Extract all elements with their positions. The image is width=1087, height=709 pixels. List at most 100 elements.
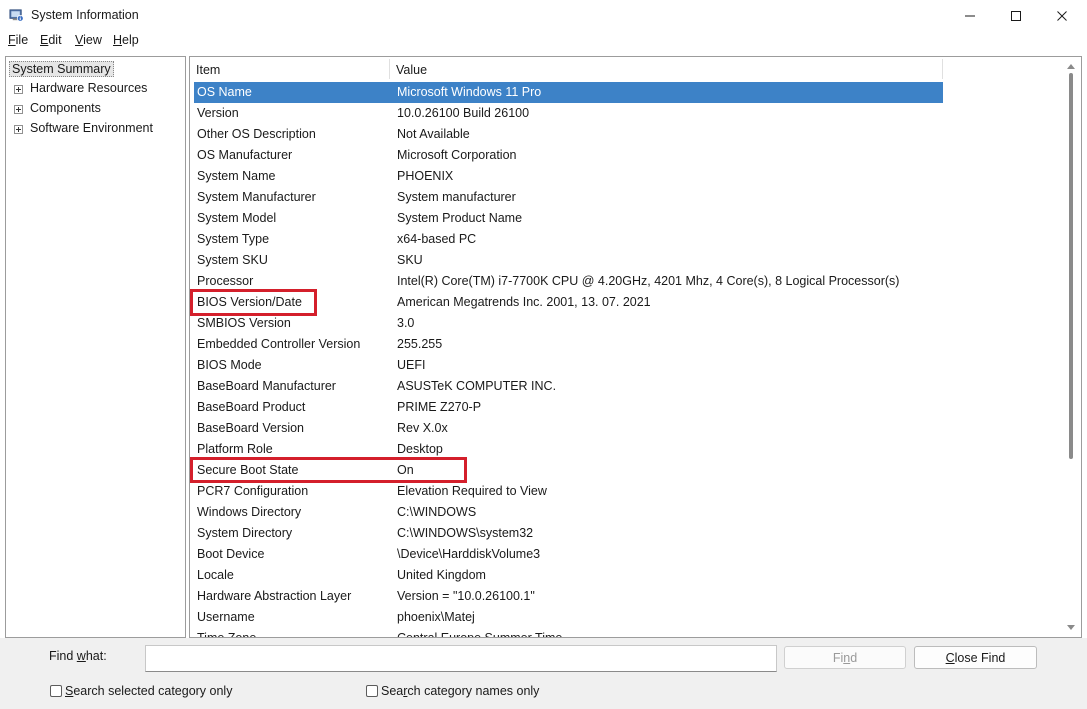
table-row[interactable]: Locale United Kingdom: [194, 565, 943, 586]
find-label-access-key: w: [76, 649, 86, 663]
find-button[interactable]: Find: [784, 646, 906, 669]
row-value-cell: Elevation Required to View: [397, 484, 547, 498]
menu-file[interactable]: File: [8, 33, 28, 47]
close-find-button[interactable]: Close Find: [914, 646, 1037, 669]
checkbox-label-post: ch category names only: [407, 684, 540, 698]
row-value-cell: American Megatrends Inc. 2001, 13. 07. 2…: [397, 295, 651, 309]
row-item-cell: Time Zone: [197, 631, 256, 637]
row-value-cell: Desktop: [397, 442, 443, 456]
row-value-cell: Microsoft Corporation: [397, 148, 517, 162]
row-value-cell: Rev X.0x: [397, 421, 448, 435]
vertical-scrollbar[interactable]: [1061, 57, 1081, 637]
menu-help-label: elp: [122, 33, 139, 47]
find-button-label-pre: Fi: [832, 651, 844, 665]
column-header-item-label: Item: [196, 63, 221, 77]
table-row[interactable]: System Name PHOENIX: [194, 166, 943, 187]
column-header-value[interactable]: Value: [396, 57, 941, 81]
checkbox-box[interactable]: [366, 685, 378, 697]
row-value-cell: 3.0: [397, 316, 415, 330]
row-item-cell: System SKU: [197, 253, 268, 267]
row-value-cell: C:\WINDOWS\system32: [397, 526, 534, 540]
table-row[interactable]: System Manufacturer System manufacturer: [194, 187, 943, 208]
minimize-icon: [965, 15, 975, 17]
maximize-icon: [1011, 11, 1021, 21]
minimize-button[interactable]: [947, 0, 993, 32]
menu-view[interactable]: View: [75, 33, 102, 47]
close-icon: [1057, 11, 1067, 21]
details-list[interactable]: Item Value OS Name Microsoft Windows 11 P…: [189, 56, 1082, 638]
row-item-cell: System Manufacturer: [197, 190, 316, 204]
row-item-cell: BaseBoard Version: [197, 421, 305, 435]
row-value-cell: Not Available: [397, 127, 470, 141]
table-row[interactable]: System SKU SKU: [194, 250, 943, 271]
table-row[interactable]: Windows Directory C:\WINDOWS: [194, 502, 943, 523]
system-information-app-icon: [9, 9, 24, 22]
row-item-cell: BIOS Mode: [197, 358, 262, 372]
menu-help[interactable]: Help: [113, 33, 139, 47]
column-divider[interactable]: [942, 59, 943, 79]
table-row[interactable]: Version 10.0.26100 Build 26100: [194, 103, 943, 124]
close-window-button[interactable]: [1039, 0, 1085, 32]
menu-edit[interactable]: Edit: [40, 33, 62, 47]
table-row[interactable]: Hardware Abstraction Layer Version = "10.…: [194, 586, 943, 607]
row-item-cell: SMBIOS Version: [197, 316, 291, 330]
row-value-cell: Intel(R) Core(TM) i7-7700K CPU @ 4.20GHz…: [397, 274, 900, 288]
expand-plus-icon[interactable]: [14, 125, 23, 134]
table-row[interactable]: Other OS Description Not Available: [194, 124, 943, 145]
menu-edit-label: dit: [48, 33, 62, 47]
find-what-label: Find what:: [49, 649, 107, 663]
table-row[interactable]: SMBIOS Version 3.0: [194, 313, 943, 334]
find-panel: Find what: Find Close Find Search select…: [0, 638, 1087, 709]
menu-view-label: iew: [83, 33, 102, 47]
row-item-cell: Hardware Abstraction Layer: [197, 589, 352, 603]
scroll-down-arrow-icon[interactable]: [1067, 625, 1075, 630]
checkbox-box[interactable]: [50, 685, 62, 697]
table-row[interactable]: BaseBoard Product PRIME Z270-P: [194, 397, 943, 418]
row-item-cell: PCR7 Configuration: [197, 484, 309, 498]
scroll-up-arrow-icon[interactable]: [1067, 64, 1075, 69]
expand-plus-icon[interactable]: [14, 85, 23, 94]
list-header: Item Value: [190, 57, 1060, 81]
search-selected-category-checkbox[interactable]: Search selected category only: [50, 684, 250, 700]
table-row[interactable]: PCR7 Configuration Elevation Required to …: [194, 481, 943, 502]
search-category-names-checkbox[interactable]: Search category names only: [366, 684, 566, 700]
table-row[interactable]: Boot Device \Device\HarddiskVolume3: [194, 544, 943, 565]
checkbox-label-post: earch selected category only: [73, 684, 233, 698]
row-item-cell: Version: [197, 106, 239, 120]
maximize-button[interactable]: [993, 0, 1039, 32]
row-item-cell: BaseBoard Product: [197, 400, 306, 414]
row-value-cell: UEFI: [397, 358, 426, 372]
table-row[interactable]: OS Manufacturer Microsoft Corporation: [194, 145, 943, 166]
row-item-cell: Platform Role: [197, 442, 273, 456]
row-value-cell: 10.0.26100 Build 26100: [397, 106, 530, 120]
row-value-cell: United Kingdom: [397, 568, 486, 582]
table-row[interactable]: OS Name Microsoft Windows 11 Pro: [194, 82, 943, 103]
row-item-cell: System Model: [197, 211, 277, 225]
table-row[interactable]: System Directory C:\WINDOWS\system32: [194, 523, 943, 544]
expand-plus-icon[interactable]: [14, 105, 23, 114]
table-row[interactable]: System Type x64-based PC: [194, 229, 943, 250]
column-divider[interactable]: [389, 59, 390, 79]
row-value-cell: ASUSTeK COMPUTER INC.: [397, 379, 557, 393]
table-row[interactable]: Embedded Controller Version 255.255: [194, 334, 943, 355]
scrollbar-thumb[interactable]: [1069, 73, 1073, 459]
column-header-item[interactable]: Item: [196, 57, 388, 81]
row-value-cell: PRIME Z270-P: [397, 400, 482, 414]
table-row[interactable]: Username phoenix\Matej: [194, 607, 943, 628]
table-row[interactable]: BaseBoard Manufacturer ASUSTeK COMPUTER I…: [194, 376, 943, 397]
row-item-cell: System Name: [197, 169, 276, 183]
close-find-access-key: C: [945, 651, 955, 665]
row-item-cell: Embedded Controller Version: [197, 337, 361, 351]
find-what-input[interactable]: [145, 645, 777, 672]
row-item-cell: Boot Device: [197, 547, 265, 561]
row-value-cell: Version = "10.0.26100.1": [397, 589, 535, 603]
tree-item-label: System Summary: [9, 61, 114, 77]
tree-item-label: Hardware Resources: [30, 81, 148, 95]
table-row[interactable]: Time Zone Central Europe Summer Time: [194, 628, 943, 637]
menu-help-access-key: H: [113, 33, 123, 47]
category-tree[interactable]: System Summary Hardware Resources Compon…: [5, 56, 186, 638]
row-value-cell: System manufacturer: [397, 190, 516, 204]
table-row[interactable]: BIOS Mode UEFI: [194, 355, 943, 376]
table-row[interactable]: BaseBoard Version Rev X.0x: [194, 418, 943, 439]
table-row[interactable]: System Model System Product Name: [194, 208, 943, 229]
